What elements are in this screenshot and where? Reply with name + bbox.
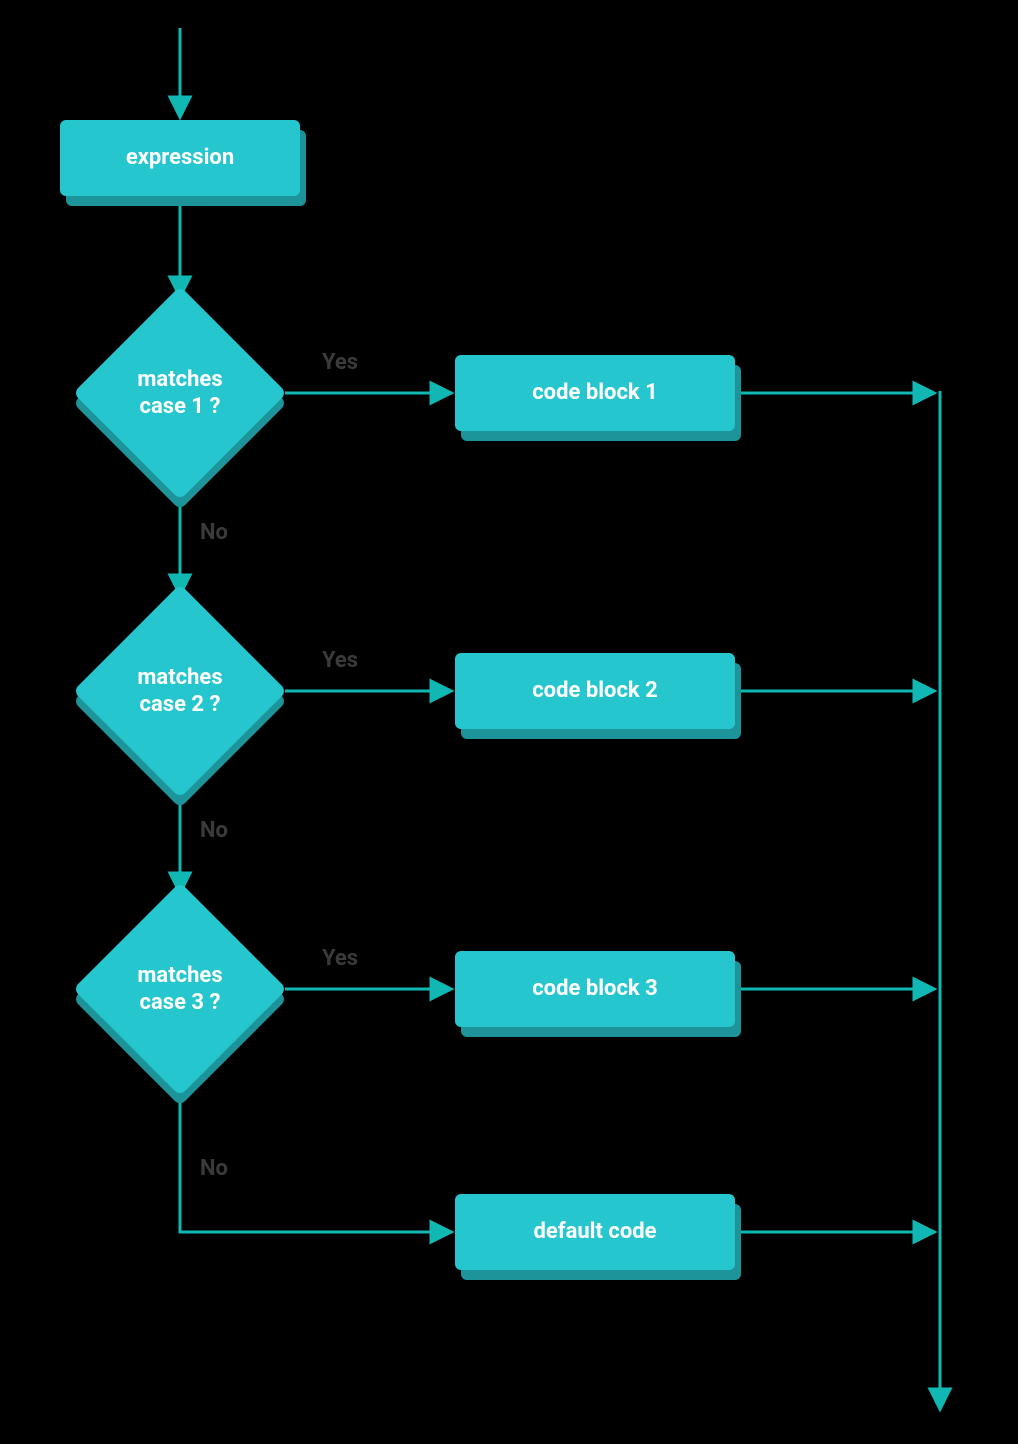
node-default-code: default code <box>455 1194 735 1270</box>
label-no-2: No <box>200 818 228 843</box>
node-decision-case-3: matchescase 3 ? <box>75 884 285 1094</box>
node-code-block-3: code block 3 <box>455 951 735 1027</box>
label-decision-case-1: matchescase 1 ? <box>75 288 285 498</box>
label-code-block-3: code block 3 <box>455 951 735 1027</box>
switch-flowchart: expression matchescase 1 ? Yes No code b… <box>0 0 1018 1444</box>
label-yes-1: Yes <box>322 350 358 375</box>
label-decision-case-3: matchescase 3 ? <box>75 884 285 1094</box>
node-decision-case-2: matchescase 2 ? <box>75 586 285 796</box>
node-code-block-2: code block 2 <box>455 653 735 729</box>
label-decision-case-2: matchescase 2 ? <box>75 586 285 796</box>
node-code-block-1: code block 1 <box>455 355 735 431</box>
label-default-code: default code <box>455 1194 735 1270</box>
label-expression: expression <box>60 120 300 196</box>
node-decision-case-1: matchescase 1 ? <box>75 288 285 498</box>
node-expression: expression <box>60 120 300 196</box>
label-no-3: No <box>200 1156 228 1181</box>
label-no-1: No <box>200 520 228 545</box>
label-yes-2: Yes <box>322 648 358 673</box>
label-code-block-2: code block 2 <box>455 653 735 729</box>
label-yes-3: Yes <box>322 946 358 971</box>
label-code-block-1: code block 1 <box>455 355 735 431</box>
